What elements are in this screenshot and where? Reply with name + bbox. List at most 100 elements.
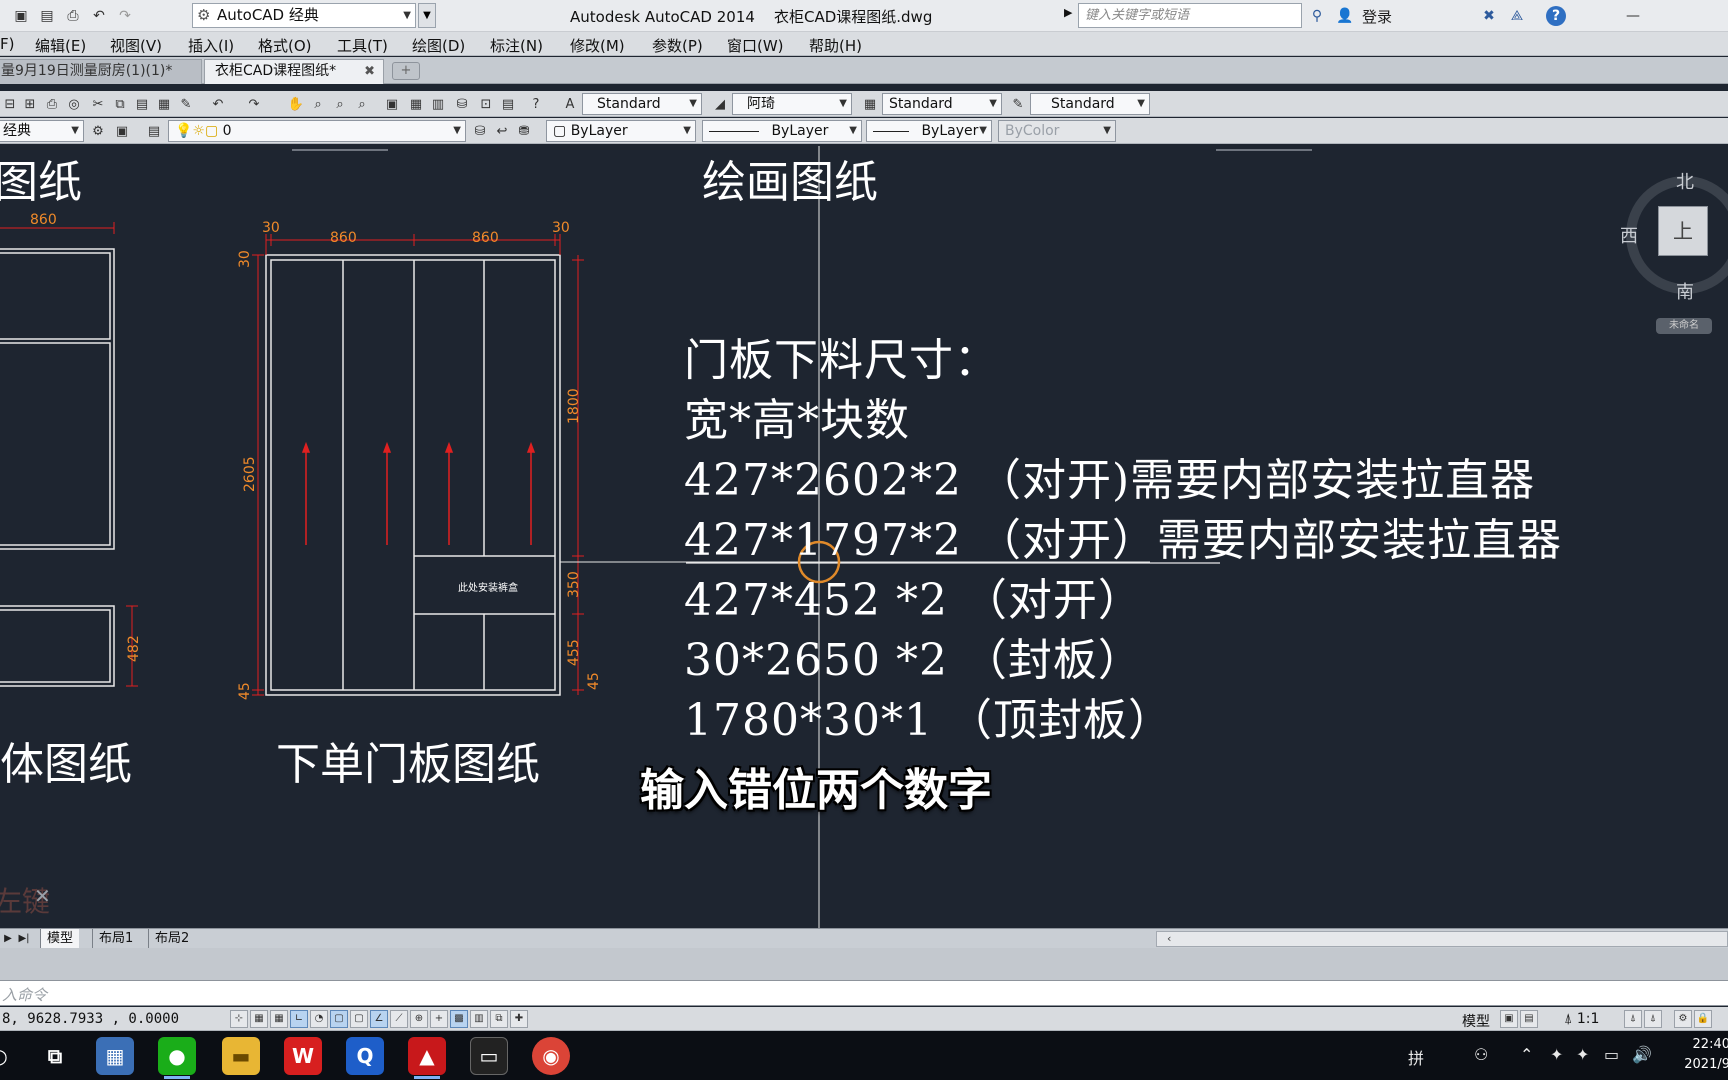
new-tab-button[interactable]: + [392, 62, 420, 80]
tab-layout2[interactable]: 布局2 [148, 929, 195, 948]
tab-model[interactable]: 模型 [40, 929, 80, 948]
user-icon[interactable]: 👤 [1334, 5, 1356, 27]
ortho-icon[interactable]: ∟ [290, 1010, 308, 1028]
command-input[interactable]: 入命令 [0, 980, 1728, 1006]
system-clock[interactable]: 22:40 2021/9 [1670, 1035, 1728, 1075]
file-tab-wardrobe[interactable]: 衣柜CAD课程图纸* ✖ [204, 59, 384, 84]
expand-search-icon[interactable]: ▶ [1064, 6, 1072, 19]
layer-select[interactable]: 💡☼▢ 0 ▼ [168, 120, 466, 142]
calculator-icon[interactable]: ▤ [498, 94, 518, 114]
annotation-monitor-icon[interactable]: ✚ [510, 1010, 528, 1028]
linetype-select[interactable]: ByLayer ▼ [702, 120, 862, 142]
make-current-layer-icon[interactable]: ⛁ [470, 121, 490, 141]
layer-state-icon[interactable]: ⛃ [514, 121, 534, 141]
close-icon[interactable]: ✕ [34, 884, 51, 908]
sheet-set-icon[interactable]: ⛁ [452, 94, 472, 114]
dim-style-icon[interactable]: ◢ [710, 94, 730, 114]
color-select[interactable]: ▢ ByLayer ▼ [546, 120, 696, 142]
calculator-app-icon[interactable]: ▦ [96, 1037, 134, 1075]
autocad-app-icon[interactable]: ▲ [408, 1037, 446, 1079]
table-style-icon[interactable]: ▦ [860, 94, 880, 114]
infer-constraints-icon[interactable]: ⊹ [230, 1010, 248, 1028]
lineweight-icon[interactable]: + [430, 1010, 448, 1028]
workspace-switch-icon[interactable]: ⚙ [1674, 1010, 1692, 1028]
copy-icon[interactable]: ⧉ [110, 94, 130, 114]
ducs-icon[interactable]: ⟋ [390, 1010, 408, 1028]
polar-icon[interactable]: ◔ [310, 1010, 328, 1028]
help-icon[interactable]: ? [1546, 6, 1567, 26]
save-icon[interactable]: ▣ [10, 5, 32, 27]
file-explorer-icon[interactable]: ▬ [222, 1037, 260, 1075]
menu-draw[interactable]: 绘图(D) [412, 35, 465, 56]
compass-south[interactable]: 南 [1676, 278, 1694, 304]
table-style-select[interactable]: Standard ▼ [882, 93, 1002, 115]
dim-style-select[interactable]: 阿琦 ▼ [732, 93, 852, 115]
tool-palettes-icon[interactable]: ▥ [428, 94, 448, 114]
workspace-combo[interactable]: ⚙ AutoCAD 经典 ▼ [192, 3, 416, 28]
text-style-icon[interactable]: A [560, 94, 580, 114]
menu-parametric[interactable]: 参数(P) [652, 35, 703, 56]
osnap-icon[interactable]: ▢ [330, 1010, 348, 1028]
redo-icon[interactable]: ↷ [244, 94, 264, 114]
tray-app-icon[interactable]: ✦ [1550, 1045, 1563, 1064]
layer-icon[interactable]: ▣ [112, 121, 132, 141]
tab-layout1[interactable]: 布局1 [92, 929, 139, 948]
viewcube-top-face[interactable]: 上 [1658, 206, 1708, 256]
zoom-previous-icon[interactable]: ⌕ [352, 94, 372, 114]
snap-icon[interactable]: ▦ [250, 1010, 268, 1028]
browser-app-icon[interactable]: Q [346, 1037, 384, 1075]
a360-icon[interactable]: ⟁ [1506, 5, 1528, 27]
save-as-icon[interactable]: ▤ [36, 5, 58, 27]
chevron-up-icon[interactable]: ⌃ [1520, 1045, 1533, 1064]
compass-north[interactable]: 北 [1676, 168, 1694, 194]
new-icon[interactable]: ⊟ [0, 94, 20, 114]
selection-cycling-icon[interactable]: ⧉ [490, 1010, 508, 1028]
quick-properties-icon[interactable]: ▥ [470, 1010, 488, 1028]
workspace-select[interactable]: 经典 ▼ [0, 120, 84, 142]
wps-app-icon[interactable]: W [284, 1037, 322, 1075]
open-icon[interactable]: ⊞ [20, 94, 40, 114]
menu-view[interactable]: 视图(V) [110, 35, 162, 56]
design-center-icon[interactable]: ▦ [406, 94, 426, 114]
people-icon[interactable]: ⚇ [1474, 1045, 1488, 1064]
compass-west[interactable]: 西 [1620, 222, 1638, 248]
qat-more-button[interactable]: ▼ [418, 3, 436, 28]
search-input[interactable]: 键入关键字或短语 [1078, 3, 1302, 28]
tab-last-icon[interactable]: ▶| [16, 930, 32, 947]
horizontal-scrollbar[interactable]: ‹ [1156, 931, 1728, 947]
menu-window[interactable]: 窗口(W) [727, 35, 784, 56]
video-app-icon[interactable]: ▭ [470, 1037, 508, 1075]
menu-dimension[interactable]: 标注(N) [490, 35, 543, 56]
3dosnap-icon[interactable]: ▢ [350, 1010, 368, 1028]
mleader-style-select[interactable]: Standard ▼ [1030, 93, 1150, 115]
menu-tools[interactable]: 工具(T) [337, 35, 388, 56]
text-style-select[interactable]: Standard ▼ [582, 93, 702, 115]
menu-insert[interactable]: 插入(I) [188, 35, 234, 56]
annotation-scale[interactable]: ⍋ 1:1 [1564, 1011, 1599, 1027]
tab-prev-icon[interactable]: ▶ [0, 930, 16, 947]
chrome-app-icon[interactable]: ◉ [532, 1037, 570, 1075]
markup-icon[interactable]: ⊡ [476, 94, 496, 114]
model-space-label[interactable]: 模型 [1462, 1011, 1490, 1031]
annotation-visibility-icon[interactable]: ⍋ [1624, 1010, 1642, 1028]
menu-file[interactable]: F) [0, 35, 14, 53]
search-icon[interactable]: ○ [0, 1037, 12, 1075]
pan-icon[interactable]: ✋ [286, 94, 306, 114]
zoom-window-icon[interactable]: ⌕ [330, 94, 350, 114]
plot-icon[interactable]: ⎙ [62, 5, 84, 27]
volume-icon[interactable]: 🔊 [1632, 1045, 1652, 1064]
tray-app-icon-2[interactable]: ✦ [1576, 1045, 1589, 1064]
login-link[interactable]: 登录 [1362, 6, 1392, 27]
wechat-app-icon[interactable]: ● [158, 1037, 196, 1079]
paste-icon[interactable]: ▤ [132, 94, 152, 114]
zoom-realtime-icon[interactable]: ⌕ [308, 94, 328, 114]
help-icon[interactable]: ? [526, 94, 546, 114]
block-editor-icon[interactable]: ✎ [176, 94, 196, 114]
transparency-icon[interactable]: ▩ [450, 1010, 468, 1028]
undo-icon[interactable]: ↶ [88, 5, 110, 27]
otrack-icon[interactable]: ∠ [370, 1010, 388, 1028]
ime-indicator[interactable]: 拼 [1408, 1045, 1424, 1069]
file-tab-kitchen[interactable]: 量9月19日测量厨房(1)(1)* [0, 59, 202, 84]
lock-icon[interactable]: 🔒 [1694, 1010, 1712, 1028]
print-preview-icon[interactable]: ⎙ [42, 94, 62, 114]
